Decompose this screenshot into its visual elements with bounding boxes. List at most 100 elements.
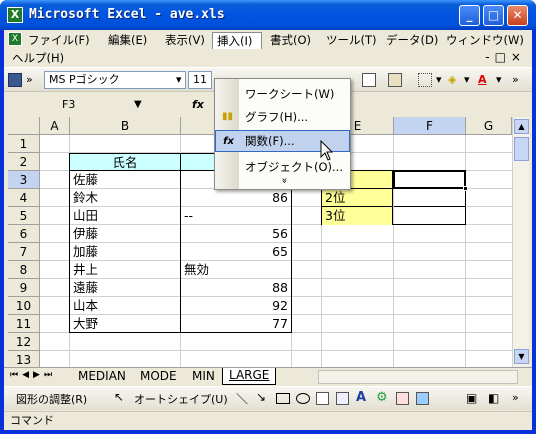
cell-b4[interactable]: 鈴木 [70, 189, 180, 207]
document-icon[interactable]: X [8, 32, 22, 46]
cell-e4[interactable]: 2位 [322, 189, 393, 207]
cell-c10[interactable]: 92 [181, 297, 291, 315]
row-header[interactable]: 10 [8, 297, 40, 315]
menu-window[interactable]: ウィンドウ(W) [442, 32, 528, 49]
row-header[interactable]: 11 [8, 315, 40, 333]
oval-icon[interactable] [296, 393, 310, 404]
vertical-textbox-icon[interactable] [336, 392, 349, 405]
cell-c11[interactable]: 77 [181, 315, 291, 333]
menu-insert[interactable]: 挿入(I) [212, 32, 262, 49]
textbox-icon[interactable] [316, 392, 329, 405]
fx-icon[interactable]: fx [192, 98, 204, 111]
diagram-icon[interactable]: ⚙ [376, 390, 388, 405]
menu-item-chart[interactable]: ▮▮ グラフ(H)... [215, 106, 350, 128]
cell-b9[interactable]: 遠藤 [70, 279, 180, 297]
row-header[interactable]: 2 [8, 153, 40, 171]
sheet-tab-min[interactable]: MIN [188, 369, 219, 383]
row-header[interactable]: 3 [8, 171, 40, 189]
excel-icon[interactable]: X [7, 7, 23, 23]
select-objects-icon[interactable]: ↖ [114, 390, 124, 404]
fill-color-icon[interactable]: ◈ [448, 71, 456, 89]
menu-view[interactable]: 表示(V) [161, 32, 209, 49]
menu-edit[interactable]: 編集(E) [104, 32, 151, 49]
cell-c9[interactable]: 88 [181, 279, 291, 297]
title-bar[interactable]: X Microsoft Excel - ave.xls _ □ ✕ [0, 0, 536, 30]
merge-center-icon[interactable] [362, 73, 376, 87]
sheet-tab-median[interactable]: MEDIAN [74, 369, 130, 383]
doc-window-controls[interactable]: -□× [485, 50, 526, 64]
vertical-scrollbar[interactable]: ▲ ▼ [512, 117, 529, 367]
name-box[interactable]: F3 [6, 97, 152, 114]
arrow-icon[interactable]: ↘ [256, 390, 266, 404]
chevron-more-icon[interactable]: » [26, 71, 33, 89]
borders-icon[interactable] [418, 73, 432, 87]
menu-file[interactable]: ファイル(F) [24, 32, 94, 49]
cell-b3[interactable]: 佐藤 [70, 171, 180, 189]
font-color-icon[interactable]: A [478, 71, 487, 89]
cell-c7[interactable]: 65 [181, 243, 291, 261]
fill-dropdown-icon[interactable]: ▾ [464, 71, 470, 89]
row-header[interactable]: 8 [8, 261, 40, 279]
menu-data[interactable]: データ(D) [382, 32, 442, 49]
drawbar-more-icon[interactable]: » [512, 391, 519, 404]
scroll-thumb[interactable] [514, 137, 529, 161]
cell-f5[interactable] [394, 207, 465, 225]
autoshape-button[interactable]: オートシェイプ(U) [134, 391, 228, 407]
adjust-shapes-button[interactable]: 図形の調整(R) [16, 391, 87, 407]
cell-c5[interactable]: -- [181, 207, 291, 225]
tab-nav-icon[interactable]: ⏮◀▶⏭ [10, 370, 56, 380]
row-header[interactable]: 12 [8, 333, 40, 351]
cell-e5[interactable]: 3位 [322, 207, 393, 225]
cell-b10[interactable]: 山本 [70, 297, 180, 315]
scroll-up-icon[interactable]: ▲ [514, 119, 529, 134]
name-box-dropdown-icon[interactable]: ▼ [134, 99, 142, 110]
font-name-select[interactable]: MS Pゴシック [44, 71, 186, 89]
cell-c4[interactable]: 86 [181, 189, 291, 207]
rectangle-icon[interactable] [276, 393, 290, 404]
select-all-corner[interactable] [8, 117, 40, 135]
font-size-select[interactable]: 11 [188, 71, 212, 89]
cell-b2[interactable]: 氏名 [69, 153, 181, 171]
scroll-down-icon[interactable]: ▼ [514, 349, 529, 364]
row-header[interactable]: 4 [8, 189, 40, 207]
picture-icon[interactable] [416, 392, 429, 405]
font-color-dropdown-icon[interactable]: ▾ [496, 71, 502, 89]
column-header-a[interactable]: A [40, 117, 70, 135]
save-icon[interactable] [8, 73, 22, 87]
sheet-tab-mode[interactable]: MODE [136, 369, 181, 383]
menu-format[interactable]: 書式(O) [266, 32, 315, 49]
cell-c8[interactable]: 無効 [181, 261, 291, 279]
cell-b7[interactable]: 加藤 [70, 243, 180, 261]
row-header[interactable]: 13 [8, 351, 40, 367]
menu-help[interactable]: ヘルプ(H) [8, 50, 68, 67]
minimize-button[interactable]: _ [459, 5, 480, 26]
menu-item-worksheet[interactable]: ワークシート(W) [215, 83, 350, 105]
active-cell-f3[interactable] [393, 170, 466, 189]
maximize-button[interactable]: □ [483, 5, 504, 26]
clipart-icon[interactable] [396, 392, 409, 405]
menu-tools[interactable]: ツール(T) [322, 32, 381, 49]
cell-b8[interactable]: 井上 [70, 261, 180, 279]
currency-icon[interactable] [388, 73, 402, 87]
expand-menu-icon[interactable]: » [279, 177, 290, 183]
borders-dropdown-icon[interactable]: ▾ [436, 71, 442, 89]
line-icon[interactable]: ＼ [236, 390, 248, 407]
row-header[interactable]: 5 [8, 207, 40, 225]
3d-icon[interactable]: ◧ [488, 391, 499, 405]
column-header-f[interactable]: F [394, 117, 466, 135]
row-header[interactable]: 6 [8, 225, 40, 243]
toolbar-more-icon[interactable]: » [512, 71, 519, 89]
shadow-icon[interactable]: ▣ [466, 391, 477, 405]
wordart-icon[interactable]: A [356, 390, 366, 405]
row-header[interactable]: 9 [8, 279, 40, 297]
fill-handle[interactable] [463, 186, 468, 191]
horizontal-scrollbar[interactable] [318, 370, 518, 384]
cell-b6[interactable]: 伊藤 [70, 225, 180, 243]
cell-b11[interactable]: 大野 [70, 315, 180, 333]
cell-f4[interactable] [394, 189, 465, 207]
sheet-tab-large[interactable]: LARGE [222, 368, 277, 385]
row-header[interactable]: 7 [8, 243, 40, 261]
row-header[interactable]: 1 [8, 135, 40, 153]
cell-c6[interactable]: 56 [181, 225, 291, 243]
column-header-g[interactable]: G [466, 117, 512, 135]
